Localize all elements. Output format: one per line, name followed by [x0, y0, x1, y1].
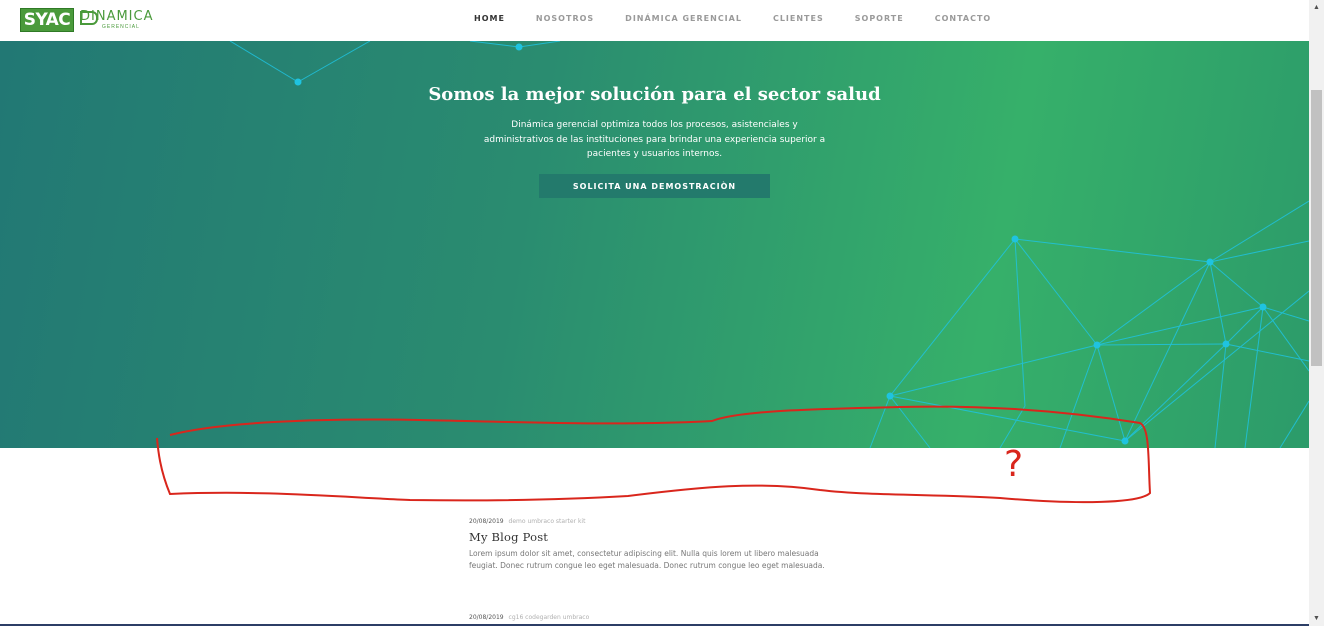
logo-syac: SYAC: [20, 8, 74, 32]
post-meta: 20/08/2019 demo umbraco starter kit: [469, 518, 839, 525]
nav-soporte[interactable]: SOPORTE: [855, 14, 904, 23]
post-date: 20/08/2019: [469, 614, 504, 621]
post-tags[interactable]: cg16 codegarden umbraco: [509, 614, 590, 621]
post-title[interactable]: My Blog Post: [469, 530, 839, 544]
hero-description: Dinámica gerencial optimiza todos los pr…: [483, 120, 826, 159]
scroll-up-arrow-icon[interactable]: ▲: [1309, 0, 1324, 15]
logo-subtext: GERENCIAL: [102, 24, 140, 30]
nav-home[interactable]: HOME: [474, 14, 505, 23]
scroll-down-arrow-icon[interactable]: ▼: [1309, 611, 1324, 626]
question-mark-annotation: ?: [1004, 444, 1023, 485]
vertical-scrollbar[interactable]: ▲ ▼: [1309, 0, 1324, 626]
nav-nosotros[interactable]: NOSOTROS: [536, 14, 594, 23]
logo[interactable]: SYAC DINAMICA GERENCIAL: [20, 8, 172, 32]
post-excerpt: Lorem ipsum dolor sit amet, consectetur …: [469, 549, 825, 570]
post-tags[interactable]: demo umbraco starter kit: [509, 518, 586, 525]
scroll-thumb[interactable]: [1311, 90, 1322, 366]
logo-dinamica: DINAMICA GERENCIAL: [80, 8, 172, 32]
blog-post: 20/08/2019 cg16 codegarden umbraco: [469, 614, 839, 621]
logo-word-text: DINAMICA: [80, 9, 154, 24]
request-demo-button[interactable]: SOLICITA UNA DEMOSTRACIÒN: [539, 174, 770, 198]
hero-section: Somos la mejor solución para el sector s…: [0, 41, 1309, 448]
nav-contacto[interactable]: CONTACTO: [935, 14, 992, 23]
blog-post: 20/08/2019 demo umbraco starter kit My B…: [469, 518, 839, 572]
top-navbar: SYAC DINAMICA GERENCIAL HOME NOSOTROS DI…: [0, 0, 1309, 41]
page: SYAC DINAMICA GERENCIAL HOME NOSOTROS DI…: [0, 0, 1309, 626]
nav-dinamica-gerencial[interactable]: DINÁMICA GERENCIAL: [625, 14, 742, 23]
nav-clientes[interactable]: CLIENTES: [773, 14, 824, 23]
main-nav: HOME NOSOTROS DINÁMICA GERENCIAL CLIENTE…: [474, 0, 1022, 37]
post-date: 20/08/2019: [469, 518, 504, 525]
post-meta: 20/08/2019 cg16 codegarden umbraco: [469, 614, 839, 621]
hero-title: Somos la mejor solución para el sector s…: [428, 84, 881, 105]
